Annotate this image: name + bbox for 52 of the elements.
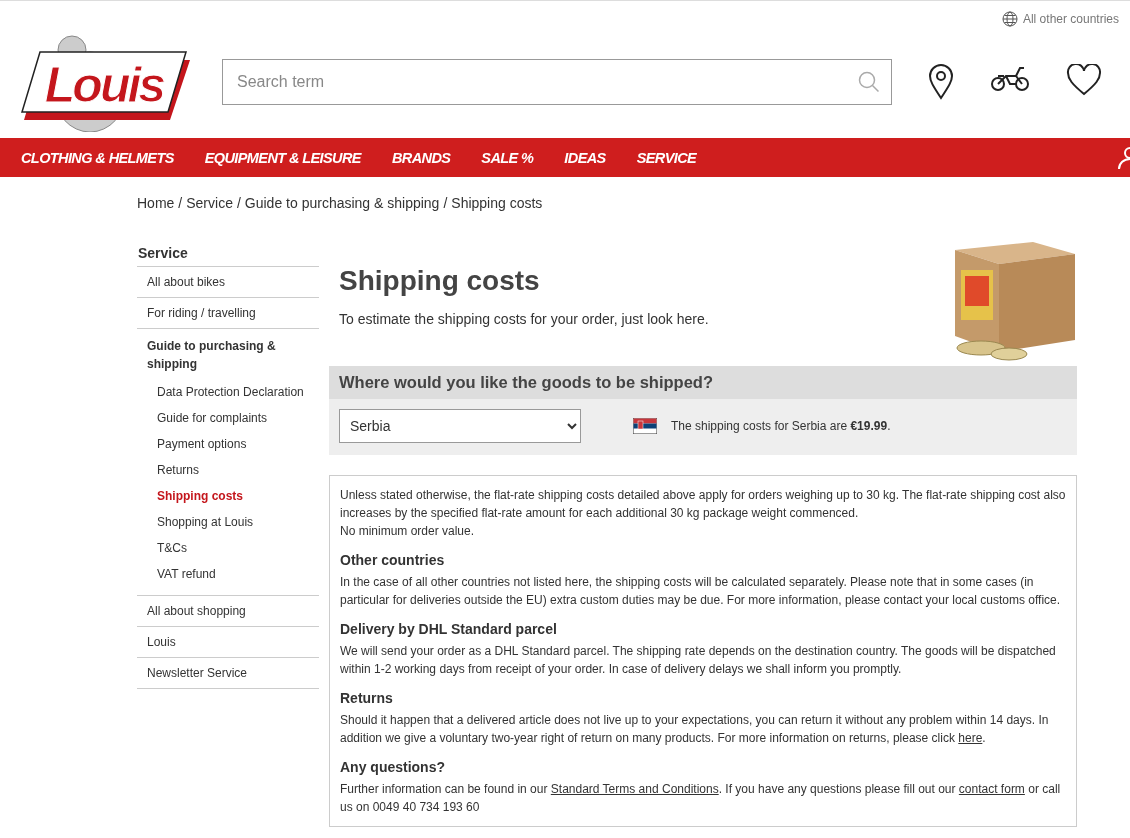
breadcrumb-link[interactable]: Guide to purchasing & shipping <box>244 195 440 229</box>
nav-link[interactable]: BRANDS <box>391 149 451 166</box>
page-title: Shipping costs <box>339 265 541 297</box>
country-link[interactable]: All other countries <box>1001 10 1119 28</box>
sidebar-item[interactable]: Newsletter Service <box>147 666 248 680</box>
shipping-cost-text: The shipping costs for Serbia are €19.99. <box>671 419 891 433</box>
sidebar-subitem[interactable]: Payment options <box>147 431 309 457</box>
sidebar-item[interactable]: All about shopping <box>147 604 246 618</box>
panel-heading: Where would you like the goods to be shipped? <box>329 366 1077 399</box>
sidebar-subitem[interactable]: Shipping costs <box>147 483 309 509</box>
motorcycle-icon[interactable] <box>990 64 1030 92</box>
breadcrumb-separator: / <box>178 195 183 213</box>
section-heading: Delivery by DHL Standard parcel <box>340 620 558 638</box>
sidebar-item[interactable]: All about bikes <box>147 275 226 289</box>
country-select[interactable]: Serbia <box>339 409 581 443</box>
breadcrumb-current: Shipping costs <box>451 195 543 213</box>
intro-text: To estimate the shipping costs for your order, just look here. <box>339 311 710 327</box>
paragraph: In the case of all other countries not listed here, the shipping costs will be calculated separately. Please note that in some cases (in particular for deliveries outside the EU) extra custom duties may be due. For more information, please contact your local customs office. <box>340 574 1062 609</box>
paragraph: We will send your order as a DHL Standard parcel. The shipping rate depends on the destination country. The goods will be dispatched within 1-2 working days from receipt of your order. In case of delivery delays we shall inform you promptly. <box>340 643 1057 678</box>
serbia-flag-icon <box>633 418 657 434</box>
nav-link[interactable]: SALE % <box>481 149 534 166</box>
section-heading: Other countries <box>340 551 446 569</box>
sidebar-title: Service <box>137 245 319 267</box>
sidebar-item[interactable]: Louis <box>147 635 176 649</box>
sidebar-subitem[interactable]: T&Cs <box>147 535 309 561</box>
nav-link[interactable]: SERVICE <box>636 149 697 166</box>
paragraph: Unless stated otherwise, the flat-rate shipping costs detailed above apply for orders weighing up to 30 kg. The flat-rate shipping cost also increases by the specified flat-rate amount for each additional 30 kg package weight commenced. <box>340 487 1066 522</box>
sidebar-subitem[interactable]: Shopping at Louis <box>147 509 309 535</box>
breadcrumb-link[interactable]: Home <box>137 195 175 229</box>
breadcrumb-separator: / <box>443 195 448 213</box>
sidebar-subitem[interactable]: Guide for complaints <box>147 405 309 431</box>
sidebar-subitem[interactable]: Data Protection Declaration <box>147 379 309 405</box>
section-heading: Returns <box>340 689 394 707</box>
paragraph: Should it happen that a delivered article does not live up to your expectations, you can return it without any problem within 14 days. In addition we give a voluntary two-year right of return on many products. For more information on returns, please click here. <box>340 712 1050 747</box>
search-field[interactable]: Search term <box>222 59 892 105</box>
breadcrumb-separator: / <box>236 195 241 213</box>
text-link[interactable]: contact form <box>958 782 1025 796</box>
paragraph: Further information can be found in our Standard Terms and Conditions. If you have any questions please fill out our contact form or call us on 0049 40 734 193 60 <box>340 781 1062 816</box>
paragraph: No minimum order value. <box>340 523 476 540</box>
location-pin-icon[interactable] <box>928 64 954 100</box>
sidebar-item[interactable]: For riding / travelling <box>147 306 256 320</box>
globe-icon <box>1001 11 1018 27</box>
breadcrumb-link[interactable]: Service <box>186 195 233 229</box>
text-link[interactable]: Standard Terms and Conditions <box>550 782 719 796</box>
nav-link[interactable]: IDEAS <box>564 149 606 166</box>
nav-link[interactable]: EQUIPMENT & LEISURE <box>204 149 361 166</box>
sidebar-item[interactable]: Guide to purchasing & shipping <box>147 337 309 379</box>
sidebar-subitem[interactable]: VAT refund <box>147 561 309 587</box>
sidebar-subitem[interactable]: Returns <box>147 457 309 483</box>
nav-link[interactable]: CLOTHING & HELMETS <box>21 149 174 166</box>
heart-icon[interactable] <box>1066 64 1102 96</box>
section-heading: Any questions? <box>340 758 446 776</box>
